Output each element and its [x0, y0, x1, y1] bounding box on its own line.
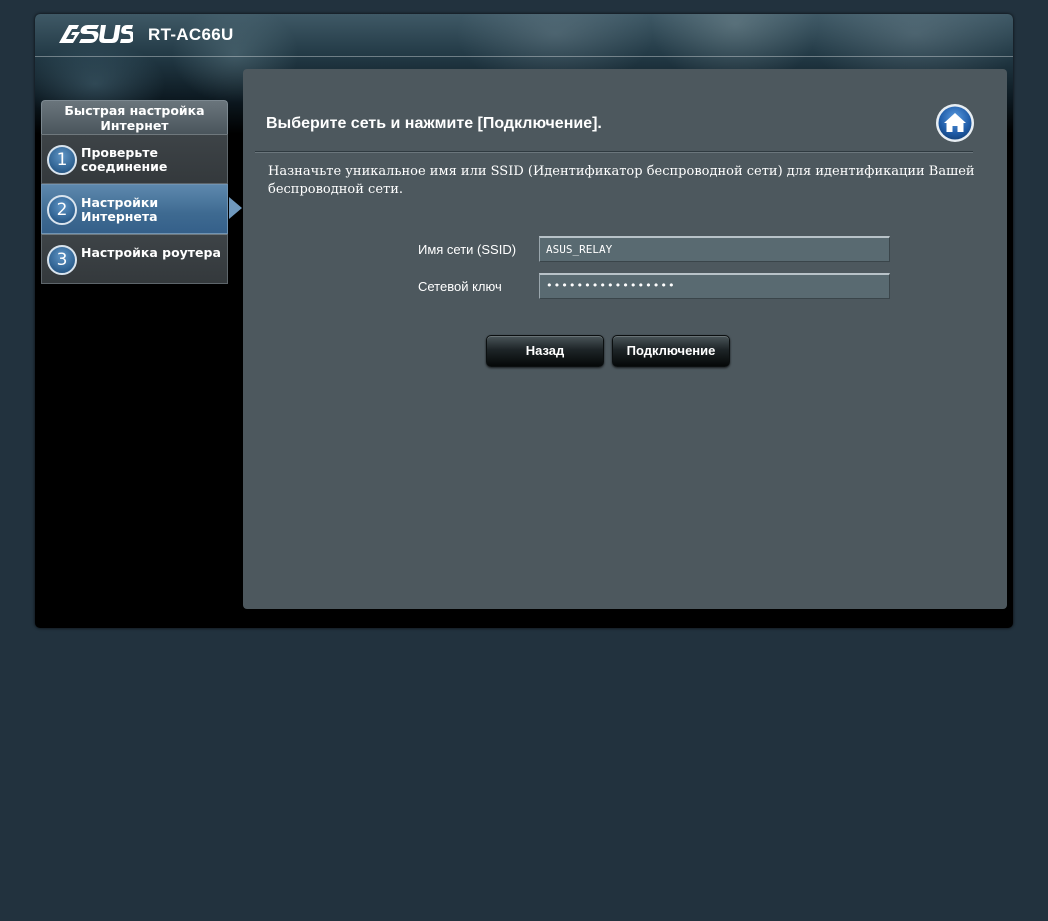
quick-setup-sidebar: Быстрая настройка Интернет 1 Проверьте с… [41, 100, 242, 284]
router-window: RT-AC66U Быстрая настройка Интернет 1 Пр… [35, 14, 1013, 628]
home-icon[interactable] [935, 103, 975, 143]
sidebar-step-router-setup[interactable]: 3 Настройка роутера [41, 234, 228, 284]
main-panel: Выберите сеть и нажмите [Подключение]. Н… [243, 69, 1007, 609]
step-label: Настройки Интернета [81, 195, 159, 224]
step-label: Проверьте соединение [81, 145, 168, 174]
network-key-label: Сетевой ключ [418, 279, 502, 294]
ssid-label: Имя сети (SSID) [418, 242, 517, 257]
page-title: Выберите сеть и нажмите [Подключение]. [266, 115, 602, 132]
step-number-3: 3 [47, 245, 77, 275]
connect-button[interactable]: Подключение [612, 335, 730, 367]
model-name: RT-AC66U [148, 25, 234, 44]
step-number-1: 1 [47, 145, 77, 175]
network-key-input[interactable]: ••••••••••••••••• [539, 273, 890, 299]
asus-logo [59, 25, 133, 43]
ssid-input[interactable] [539, 236, 890, 262]
back-button[interactable]: Назад [486, 335, 604, 367]
description-text: Назначьте уникальное имя или SSID (Идент… [268, 164, 975, 197]
step-label: Настройка роутера [81, 245, 221, 260]
step-number-2: 2 [47, 195, 77, 225]
top-bar: RT-AC66U [35, 14, 1013, 57]
sidebar-step-check-connection[interactable]: 1 Проверьте соединение [41, 134, 228, 184]
title-divider [255, 151, 973, 153]
sidebar-title: Быстрая настройка Интернет [41, 100, 228, 134]
active-step-arrow-icon [229, 197, 242, 219]
sidebar-step-internet-settings[interactable]: 2 Настройки Интернета [41, 184, 242, 234]
